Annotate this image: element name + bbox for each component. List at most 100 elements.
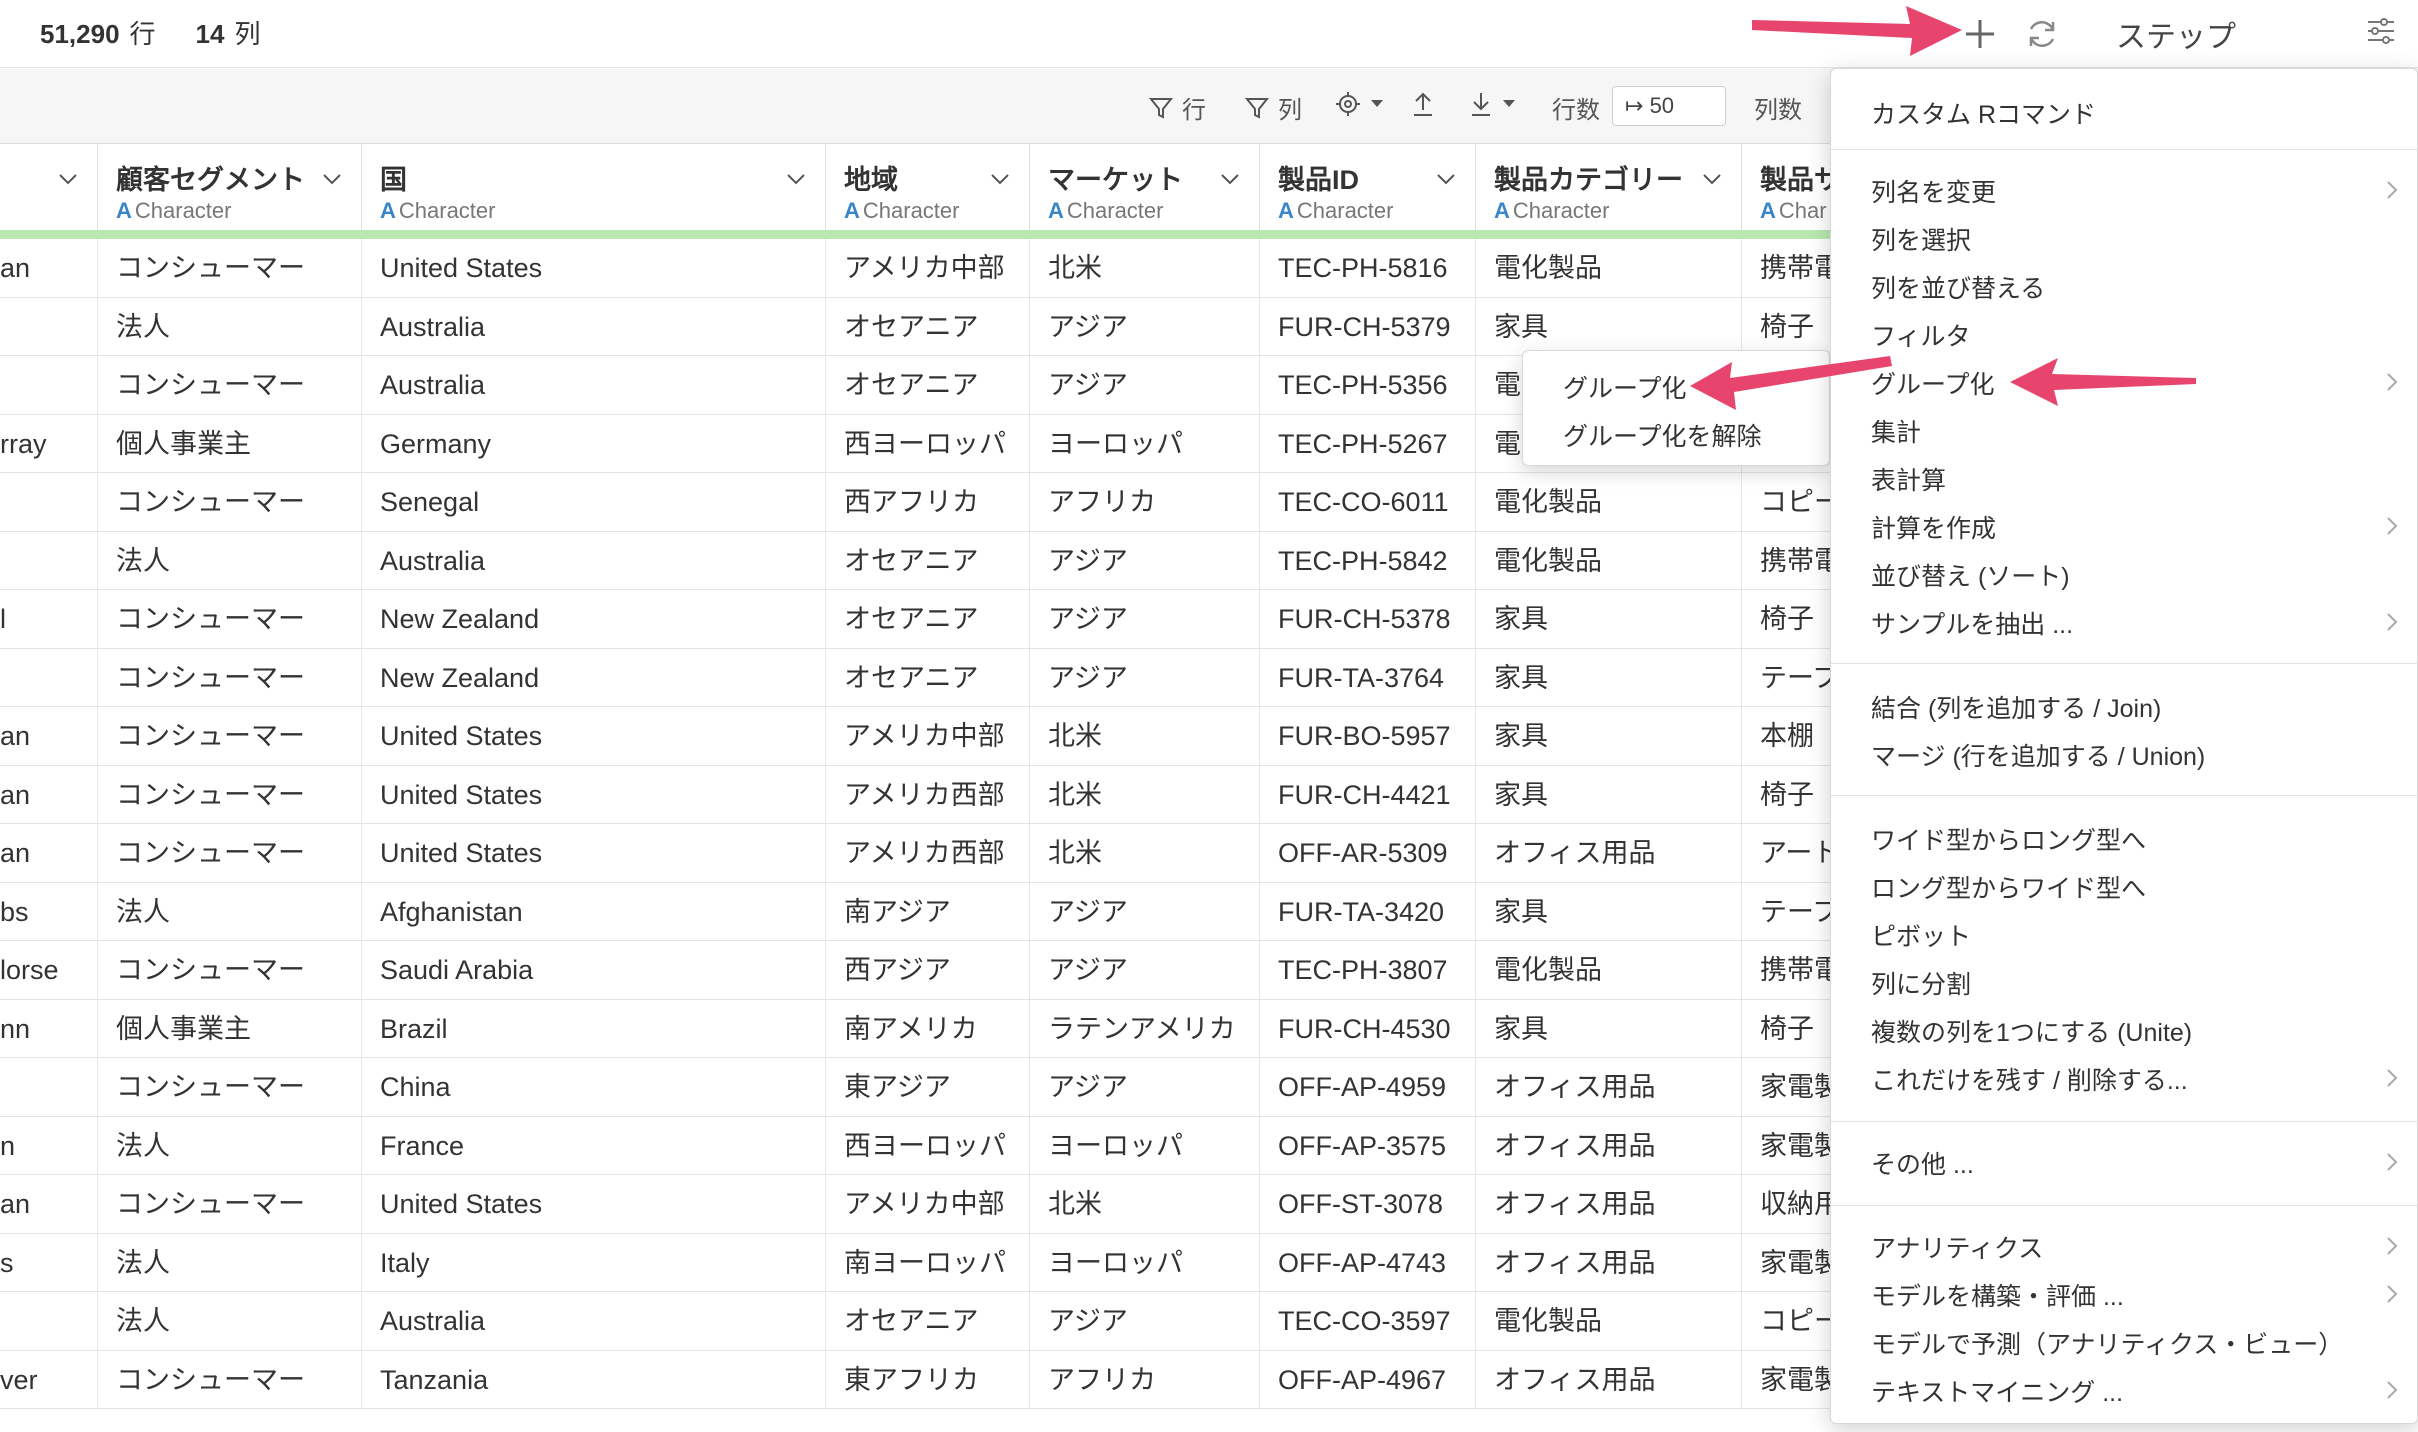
menu-item-reorder[interactable]: 列を並び替える: [1871, 269, 2045, 305]
table-cell[interactable]: [0, 648, 98, 707]
table-cell[interactable]: Saudi Arabia: [362, 941, 826, 999]
table-cell[interactable]: 携帯電: [1742, 239, 1830, 297]
table-cell[interactable]: 北米: [1030, 824, 1260, 882]
table-cell[interactable]: コンシューマー: [98, 707, 362, 765]
table-cell[interactable]: an: [0, 765, 98, 824]
refresh-icon[interactable]: [2024, 16, 2060, 52]
table-cell[interactable]: 椅子: [1742, 766, 1830, 824]
plus-icon[interactable]: [1962, 16, 1998, 52]
table-cell[interactable]: アジア: [1030, 882, 1260, 941]
table-cell[interactable]: 東アフリカ: [826, 1350, 1030, 1409]
table-cell[interactable]: アジア: [1030, 297, 1260, 356]
table-cell[interactable]: 法人: [98, 531, 362, 590]
sliders-icon[interactable]: [2364, 14, 2398, 48]
table-cell[interactable]: rray: [0, 414, 98, 473]
table-cell[interactable]: 個人事業主: [98, 414, 362, 473]
table-cell[interactable]: アジア: [1030, 590, 1260, 648]
table-cell[interactable]: TEC-PH-5356: [1260, 356, 1476, 414]
menu-item-filter[interactable]: フィルタ: [1871, 317, 1971, 353]
table-cell[interactable]: 携帯電: [1742, 532, 1830, 590]
table-cell[interactable]: コンシューマー: [98, 1175, 362, 1233]
table-cell[interactable]: 本棚: [1742, 707, 1830, 765]
table-cell[interactable]: 北米: [1030, 765, 1260, 824]
table-cell[interactable]: コピー: [1742, 1292, 1830, 1350]
table-cell[interactable]: 北米: [1030, 1175, 1260, 1233]
chevron-down-icon[interactable]: [321, 168, 343, 190]
menu-item-other[interactable]: その他 ...: [1871, 1145, 1974, 1181]
table-cell[interactable]: Italy: [362, 1233, 826, 1292]
table-cell[interactable]: TEC-PH-3807: [1260, 941, 1476, 999]
table-cell[interactable]: コンシューマー: [98, 590, 362, 648]
menu-item-custom-r[interactable]: カスタム Rコマンド: [1871, 95, 2096, 131]
table-cell[interactable]: TEC-PH-5267: [1260, 414, 1476, 473]
menu-item-sort[interactable]: 並び替え (ソート): [1871, 557, 2070, 593]
table-cell[interactable]: Tanzania: [362, 1350, 826, 1409]
submenu-item-group[interactable]: グループ化: [1563, 369, 1687, 405]
table-cell[interactable]: 椅子: [1742, 590, 1830, 648]
chevron-down-icon[interactable]: [785, 168, 807, 190]
table-cell[interactable]: OFF-AP-3575: [1260, 1116, 1476, 1175]
table-cell[interactable]: ラテンアメリカ: [1030, 999, 1260, 1058]
chevron-down-icon[interactable]: [1219, 168, 1241, 190]
table-cell[interactable]: OFF-ST-3078: [1260, 1175, 1476, 1233]
table-cell[interactable]: 西ヨーロッパ: [826, 414, 1030, 473]
table-cell[interactable]: コンシューマー: [98, 1058, 362, 1116]
table-cell[interactable]: United States: [362, 1175, 826, 1233]
table-cell[interactable]: 椅子: [1742, 1000, 1830, 1058]
table-cell[interactable]: lorse: [0, 941, 98, 999]
column-header[interactable]: 製品サ A Char: [1742, 144, 1830, 230]
menu-item-select[interactable]: 列を選択: [1871, 221, 1971, 257]
menu-item-long-to-wide[interactable]: ロング型からワイド型へ: [1871, 869, 2146, 905]
table-cell[interactable]: 法人: [98, 1292, 362, 1350]
table-cell[interactable]: 西ヨーロッパ: [826, 1116, 1030, 1175]
table-cell[interactable]: FUR-CH-4421: [1260, 765, 1476, 824]
table-cell[interactable]: Germany: [362, 414, 826, 473]
table-cell[interactable]: コンシューマー: [98, 941, 362, 999]
menu-item-group[interactable]: グループ化: [1871, 365, 1995, 401]
rows-per-page-input[interactable]: ↦ 50: [1612, 86, 1726, 126]
table-cell[interactable]: オフィス用品: [1476, 1175, 1742, 1233]
table-cell[interactable]: コンシューマー: [98, 239, 362, 297]
table-cell[interactable]: アフリカ: [1030, 1350, 1260, 1409]
table-cell[interactable]: FUR-CH-4530: [1260, 999, 1476, 1058]
table-cell[interactable]: Australia: [362, 356, 826, 414]
table-cell[interactable]: オフィス用品: [1476, 1116, 1742, 1175]
table-cell[interactable]: コンシューマー: [98, 648, 362, 707]
menu-item-union[interactable]: マージ (行を追加する / Union): [1871, 737, 2205, 773]
table-cell[interactable]: [0, 1292, 98, 1350]
table-cell[interactable]: アジア: [1030, 531, 1260, 590]
table-cell[interactable]: オフィス用品: [1476, 824, 1742, 882]
table-cell[interactable]: オセアニア: [826, 590, 1030, 648]
table-cell[interactable]: China: [362, 1058, 826, 1116]
filter-columns-button[interactable]: 列: [1244, 90, 1302, 125]
column-header[interactable]: 地域 A Character: [826, 144, 1030, 230]
column-header[interactable]: 顧客セグメント A Character: [98, 144, 362, 230]
table-cell[interactable]: 電化製品: [1476, 531, 1742, 590]
table-cell[interactable]: 北米: [1030, 707, 1260, 765]
table-cell[interactable]: OFF-AP-4743: [1260, 1233, 1476, 1292]
table-cell[interactable]: アメリカ西部: [826, 765, 1030, 824]
menu-item-text-mining[interactable]: テキストマイニング ...: [1871, 1373, 2123, 1409]
table-cell[interactable]: United States: [362, 765, 826, 824]
table-cell[interactable]: アジア: [1030, 1058, 1260, 1116]
table-cell[interactable]: オセアニア: [826, 297, 1030, 356]
table-cell[interactable]: FUR-BO-5957: [1260, 707, 1476, 765]
table-cell[interactable]: New Zealand: [362, 648, 826, 707]
table-cell[interactable]: オセアニア: [826, 531, 1030, 590]
table-cell[interactable]: アメリカ中部: [826, 707, 1030, 765]
table-cell[interactable]: アジア: [1030, 1292, 1260, 1350]
menu-item-table-calc[interactable]: 表計算: [1871, 461, 1946, 497]
table-cell[interactable]: 法人: [98, 882, 362, 941]
table-cell[interactable]: [0, 473, 98, 531]
table-cell[interactable]: コンシューマー: [98, 356, 362, 414]
menu-item-create-calc[interactable]: 計算を作成: [1871, 509, 1996, 545]
table-cell[interactable]: n: [0, 1116, 98, 1175]
table-cell[interactable]: 南アジア: [826, 882, 1030, 941]
column-header[interactable]: 製品カテゴリー A Character: [1476, 144, 1742, 230]
table-cell[interactable]: 家電製: [1742, 1234, 1830, 1292]
table-cell[interactable]: FUR-CH-5379: [1260, 297, 1476, 356]
chevron-down-icon[interactable]: [1701, 168, 1723, 190]
steps-label[interactable]: ステップ: [2116, 12, 2236, 56]
chevron-down-icon[interactable]: [989, 168, 1011, 190]
menu-item-join[interactable]: 結合 (列を追加する / Join): [1871, 689, 2161, 725]
